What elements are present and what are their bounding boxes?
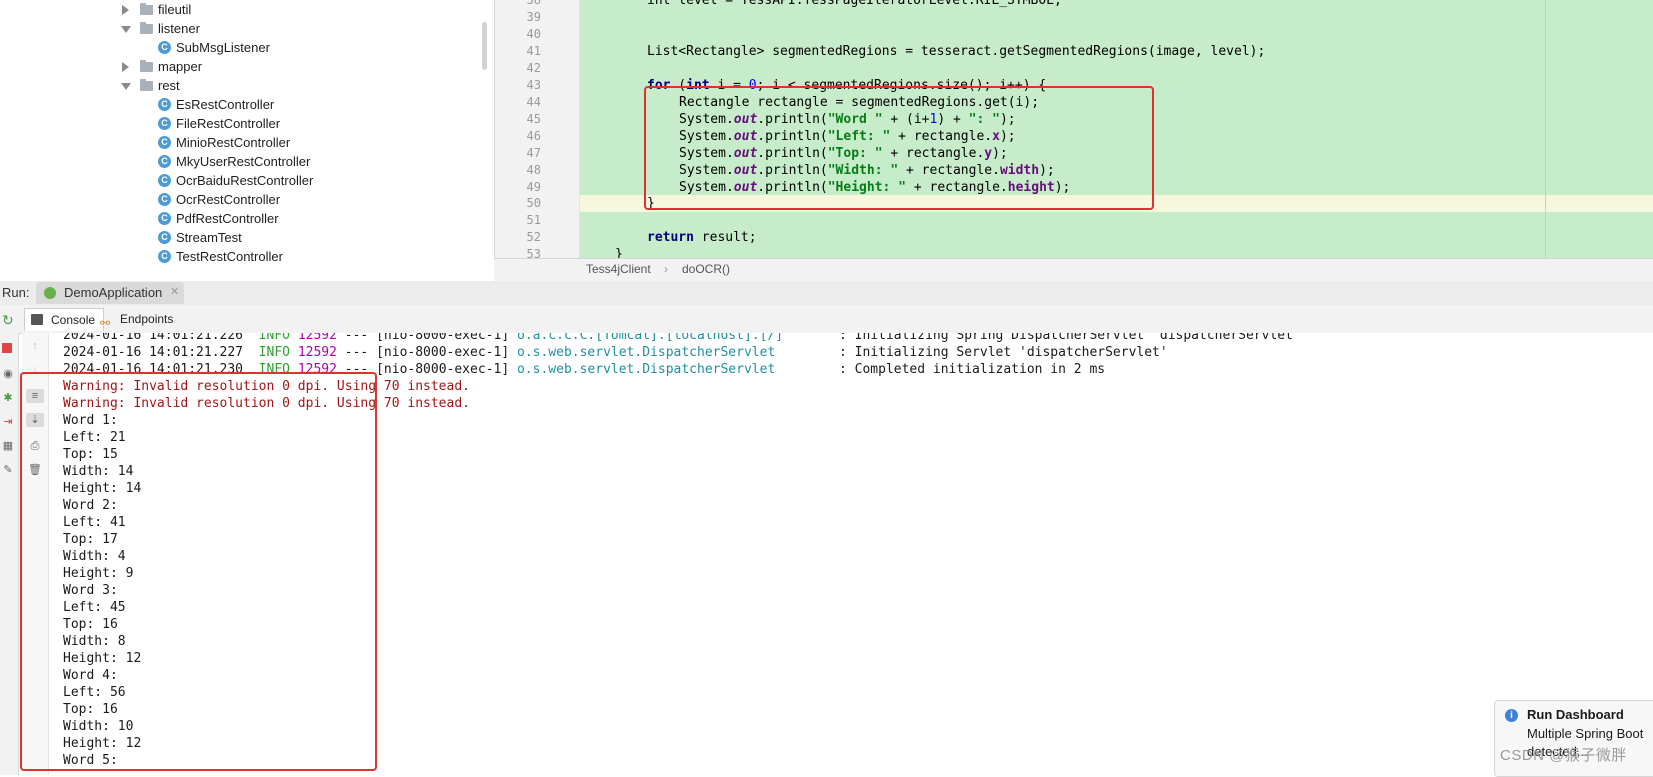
tree-item-label: rest [158, 78, 180, 93]
console-icon [31, 314, 43, 325]
class-icon: C [158, 41, 171, 54]
tab-endpoints[interactable]: ⚯ Endpoints [94, 308, 181, 330]
layout-icon[interactable]: ▦ [1, 439, 15, 453]
close-icon[interactable]: ✕ [170, 285, 179, 298]
tree-item-label: fileutil [158, 2, 192, 17]
line-number: 41 [526, 44, 541, 58]
tab-label: Endpoints [120, 312, 174, 326]
right-margin-guide [1545, 0, 1546, 258]
line-number: 48 [526, 163, 541, 177]
line-number: 51 [526, 213, 541, 227]
code-line: } [615, 247, 623, 258]
line-gutter: 38 39 40 41 42 43 44 45 46 47 48 49 50 5… [495, 0, 580, 258]
line-number: 52 [526, 230, 541, 244]
chevron-right-icon[interactable] [122, 62, 129, 72]
tree-item-label: PdfRestController [176, 211, 279, 226]
chevron-right-icon[interactable] [122, 5, 129, 15]
line-number: 47 [526, 146, 541, 160]
project-tree: fileutil listener C SubMsgListener mappe… [0, 0, 494, 280]
code-line: return result; [647, 230, 757, 245]
notification-title: Run Dashboard [1527, 707, 1624, 722]
tree-item-label: StreamTest [176, 230, 242, 245]
chevron-down-icon[interactable] [121, 83, 131, 90]
folder-icon [140, 60, 153, 72]
tree-scrollbar[interactable] [482, 22, 487, 70]
tree-item-label: mapper [158, 59, 203, 74]
folder-icon [140, 3, 153, 15]
breadcrumb-method[interactable]: doOCR() [682, 262, 730, 276]
line-number: 40 [526, 27, 541, 41]
info-icon: i [1505, 709, 1518, 722]
pin-icon[interactable]: ✎ [1, 463, 15, 477]
chevron-down-icon[interactable] [121, 26, 131, 33]
tab-label: Console [51, 313, 96, 327]
log-line: 2024-01-16 14:01:21.227 INFO 12592 --- [… [63, 345, 1168, 360]
line-number: 43 [526, 78, 541, 92]
class-icon: C [158, 136, 171, 149]
endpoints-icon: ⚯ [100, 316, 111, 330]
tab-demoapplication[interactable]: DemoApplication ✕ [36, 282, 184, 304]
runnable-class-icon: C [158, 231, 171, 244]
breadcrumb-separator-icon: › [664, 262, 668, 276]
breadcrumb: Tess4jClient › doOCR() [494, 258, 1653, 282]
line-number: 42 [526, 61, 541, 75]
line-number: 49 [526, 180, 541, 194]
line-number: 39 [526, 10, 541, 24]
watermark: CSDN @猴子微胖 [1500, 747, 1627, 764]
class-icon: C [158, 155, 171, 168]
class-icon: C [158, 250, 171, 263]
code-line: List<Rectangle> segmentedRegions = tesse… [647, 44, 1266, 59]
tree-item-label: OcrBaiduRestController [176, 173, 314, 188]
tree-item-label: EsRestController [176, 97, 275, 112]
class-icon: C [158, 193, 171, 206]
tab-console[interactable]: Console [24, 308, 105, 331]
line-number: 50 [526, 196, 541, 210]
tree-item-label: MkyUserRestController [176, 154, 311, 169]
stop-icon[interactable] [2, 343, 12, 353]
line-number: 45 [526, 112, 541, 126]
exit-icon[interactable]: ⇥ [1, 415, 15, 429]
tree-item-label: listener [158, 21, 200, 36]
run-dashboard-notification[interactable]: i Run Dashboard Multiple Spring Boot det… [1494, 700, 1653, 777]
run-tool-window-header: Run: DemoApplication ✕ [0, 281, 1653, 306]
arrow-up-icon[interactable]: ↑ [28, 339, 42, 353]
line-number: 46 [526, 129, 541, 143]
tab-label: DemoApplication [64, 285, 163, 300]
spring-boot-icon [44, 287, 56, 299]
tree-item-label: MinioRestController [176, 135, 291, 150]
notification-body: Multiple Spring Boot [1527, 726, 1644, 741]
run-left-toolbar: ◉ ✱ ⇥ ▦ ✎ [0, 333, 19, 775]
run-label: Run: [2, 285, 30, 300]
tree-item-label: FileRestController [176, 116, 281, 131]
debug-icon[interactable]: ✱ [1, 391, 15, 405]
line-number: 53 [526, 247, 541, 258]
highlight-box-code [644, 86, 1154, 210]
breadcrumb-class[interactable]: Tess4jClient [586, 262, 651, 276]
log-line: 2024-01-16 14:01:21.226 INFO 12592 --- [… [63, 333, 1301, 343]
class-icon: C [158, 98, 171, 111]
tree-item-label: TestRestController [176, 249, 283, 264]
folder-icon [140, 22, 153, 34]
class-icon: C [158, 174, 171, 187]
code-line: int level = TessAPI.TessPageIteratorLeve… [647, 0, 1062, 8]
class-icon: C [158, 117, 171, 130]
run-subtabs: ↻ Console ⚯ Endpoints [0, 305, 1653, 334]
highlight-box-console [20, 372, 377, 771]
class-icon: C [158, 212, 171, 225]
camera-icon[interactable]: ◉ [1, 367, 15, 381]
tree-item-label: OcrRestController [176, 192, 281, 207]
tree-item-label: SubMsgListener [176, 40, 270, 55]
folder-icon [140, 79, 153, 91]
rerun-icon[interactable]: ↻ [2, 312, 14, 329]
line-number: 38 [526, 0, 541, 7]
line-number: 44 [526, 95, 541, 109]
